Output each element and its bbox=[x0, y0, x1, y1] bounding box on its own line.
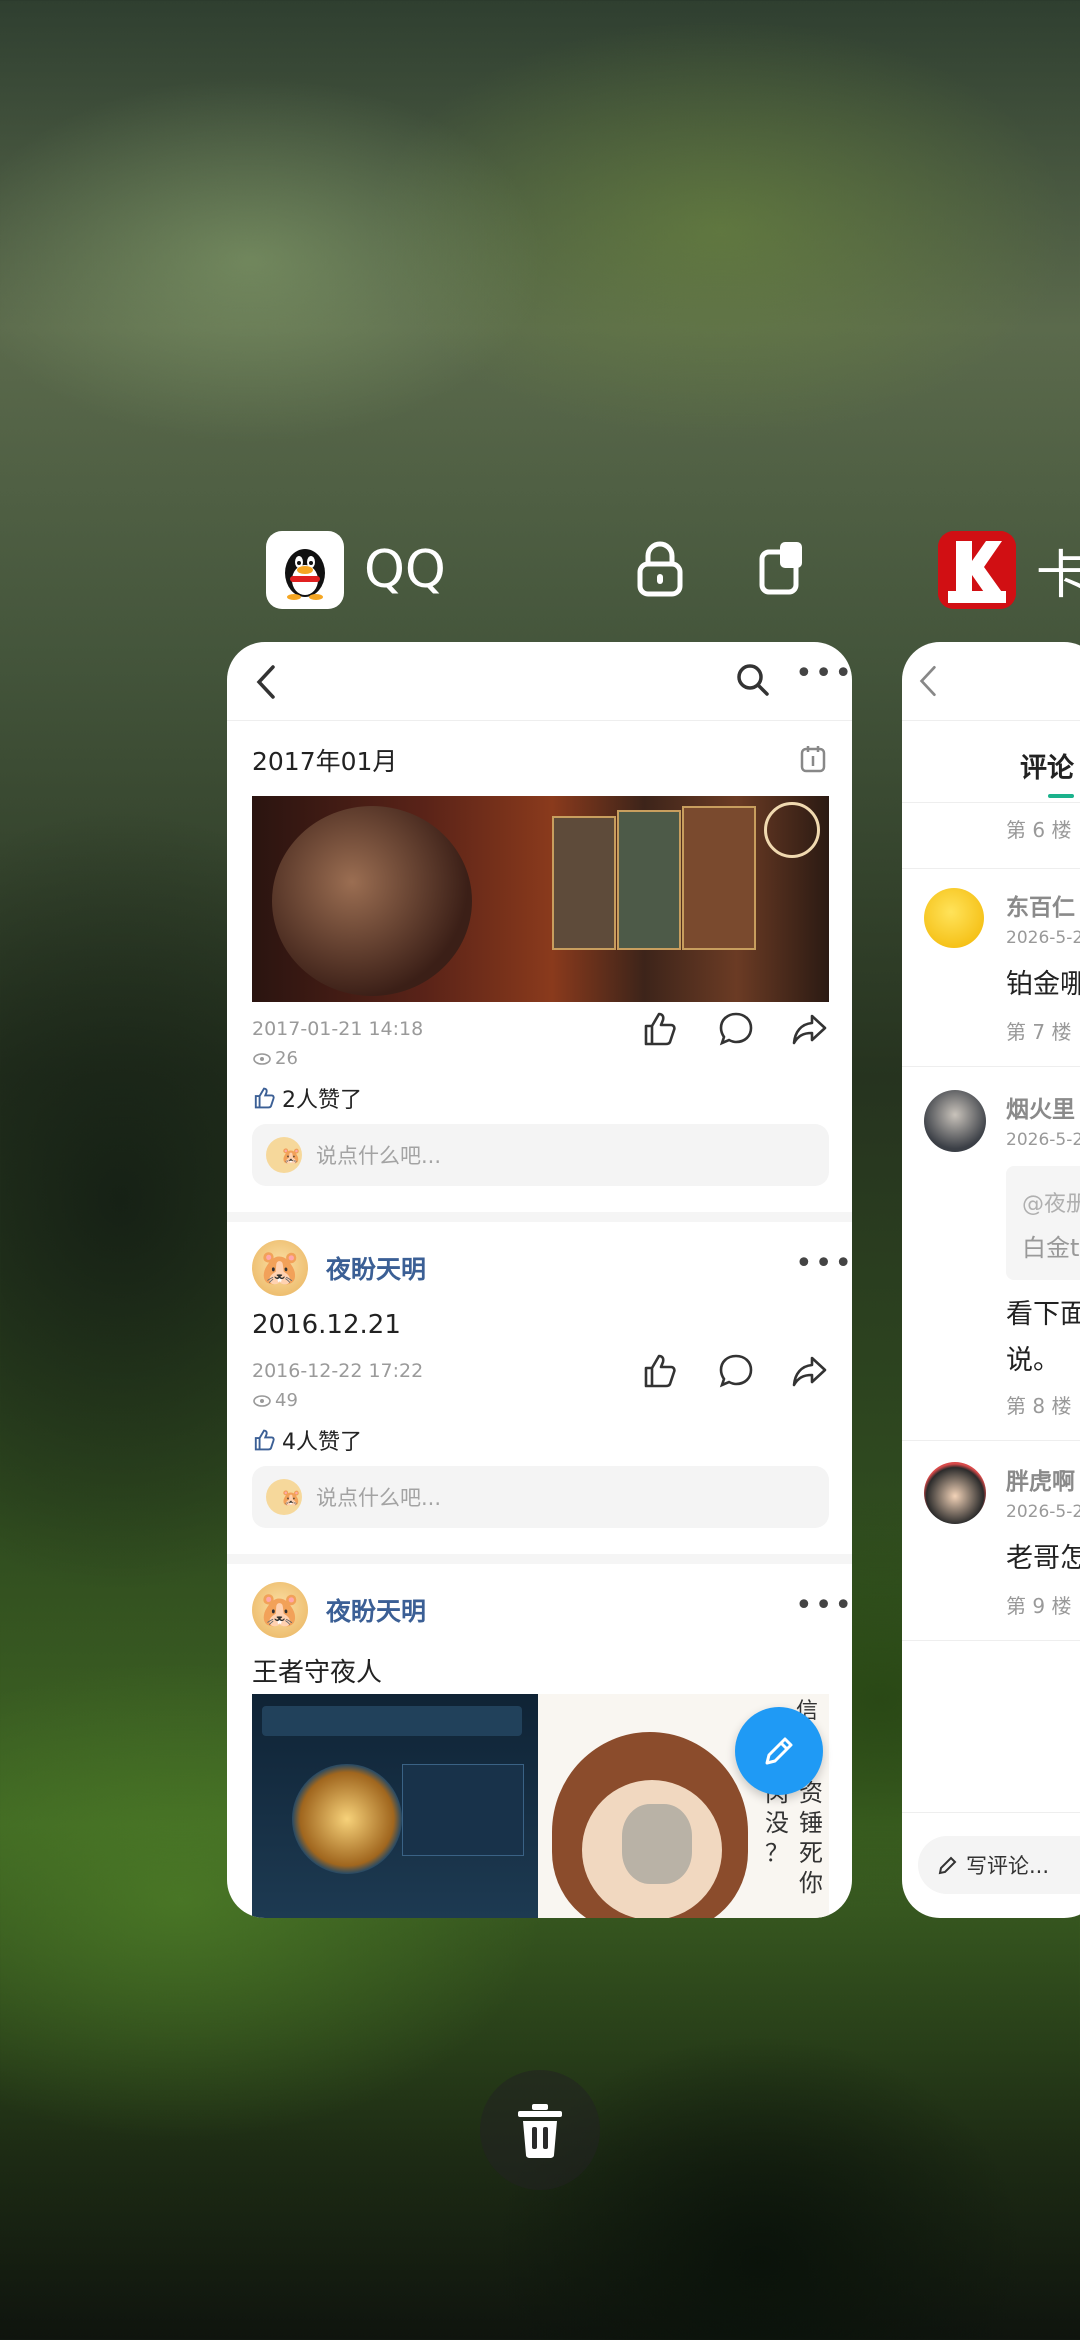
like-count-text: 4人赞了 bbox=[282, 1430, 362, 1455]
qq-app-title: QQ bbox=[364, 540, 446, 600]
back-icon[interactable] bbox=[255, 664, 277, 700]
thumb-icon bbox=[254, 1087, 275, 1109]
post-date: 2017-01-21 14:18 bbox=[252, 1018, 424, 1040]
floor-label: 第 7 楼 bbox=[1006, 1020, 1072, 1044]
side-app-card[interactable]: 评论 第 6 楼 东百仁 2026-5-2 铂金哪 第 7 楼 烟火里 2026… bbox=[902, 642, 1080, 1918]
split-screen-button[interactable] bbox=[742, 528, 822, 608]
kan-app-icon bbox=[938, 531, 1016, 609]
like-count-text: 2人赞了 bbox=[282, 1088, 362, 1113]
pencil-icon bbox=[765, 1737, 793, 1765]
quoted-comment: @夜册 白金t bbox=[1006, 1166, 1080, 1280]
floor-label: 第 9 楼 bbox=[1006, 1594, 1072, 1618]
share-icon[interactable] bbox=[790, 1352, 828, 1390]
tab-indicator bbox=[1048, 794, 1074, 798]
comment-date: 2026-5-2 bbox=[1006, 928, 1080, 948]
comment-date: 2026-5-2 bbox=[1006, 1502, 1080, 1522]
calendar-icon[interactable] bbox=[799, 744, 827, 774]
meme-caption-column-right: 资 锤 死 你 bbox=[799, 1779, 823, 1897]
commenter-avatar[interactable] bbox=[924, 1462, 986, 1524]
commenter-name[interactable]: 东百仁 bbox=[1006, 888, 1075, 922]
post-more-icon[interactable]: ••• bbox=[795, 1588, 852, 1623]
floor-label: 第 8 楼 bbox=[1006, 1394, 1072, 1418]
search-icon[interactable] bbox=[735, 662, 771, 698]
like-icon[interactable] bbox=[640, 1352, 678, 1390]
comment-date: 2026-5-2 bbox=[1006, 1130, 1080, 1150]
comment-input[interactable]: 🐹 说点什么吧... bbox=[252, 1466, 829, 1528]
quoted-text: 白金t bbox=[1022, 1234, 1080, 1262]
kan-app-header[interactable]: 卡 bbox=[938, 530, 1080, 610]
compose-button[interactable] bbox=[735, 1707, 823, 1795]
post-more-icon[interactable]: ••• bbox=[795, 1246, 852, 1281]
author-name[interactable]: 夜盼天明 bbox=[326, 1250, 426, 1286]
split-screen-icon bbox=[759, 542, 802, 595]
like-summary: 4人赞了 bbox=[252, 1424, 362, 1456]
comment-text: 看下面 bbox=[1006, 1299, 1080, 1330]
comment-icon[interactable] bbox=[717, 1352, 755, 1390]
comment-text: 老哥怎 bbox=[1006, 1543, 1080, 1574]
user-avatar-small: 🐹 bbox=[266, 1479, 302, 1515]
view-count: 26 bbox=[275, 1048, 298, 1069]
back-icon[interactable] bbox=[918, 664, 938, 698]
like-icon[interactable] bbox=[640, 1010, 678, 1048]
post-text: 王者守夜人 bbox=[252, 1658, 383, 1688]
section-divider bbox=[227, 1212, 852, 1222]
post-views: 26 bbox=[252, 1048, 298, 1069]
commenter-name[interactable]: 胖虎啊 bbox=[1006, 1462, 1075, 1496]
author-avatar[interactable]: 🐹 bbox=[252, 1240, 308, 1296]
author-name[interactable]: 夜盼天明 bbox=[326, 1592, 426, 1628]
tab-comments[interactable]: 评论 bbox=[1020, 746, 1074, 785]
section-divider bbox=[227, 1554, 852, 1564]
comment-text-line2: 说。 bbox=[1006, 1345, 1060, 1376]
commenter-avatar[interactable] bbox=[924, 888, 984, 948]
kan-app-title: 卡 bbox=[1036, 545, 1080, 606]
qq-app-icon bbox=[266, 531, 344, 609]
author-avatar[interactable]: 🐹 bbox=[252, 1582, 308, 1638]
view-count: 49 bbox=[275, 1390, 298, 1411]
thumb-icon bbox=[254, 1429, 275, 1451]
eye-icon bbox=[253, 1394, 271, 1407]
side-card-topbar bbox=[902, 642, 1080, 721]
comment-placeholder: 说点什么吧... bbox=[316, 1144, 442, 1168]
post-image-banner[interactable] bbox=[252, 796, 829, 1002]
qq-app-header[interactable]: QQ bbox=[266, 530, 446, 610]
qq-card-topbar: ••• bbox=[227, 642, 852, 721]
write-comment-input[interactable]: 写评论... bbox=[918, 1836, 1080, 1894]
comment-icon[interactable] bbox=[717, 1010, 755, 1048]
like-summary: 2人赞了 bbox=[252, 1082, 362, 1114]
write-comment-placeholder: 写评论... bbox=[966, 1854, 1050, 1878]
post-views: 49 bbox=[252, 1390, 298, 1411]
timeline-month: 2017年01月 bbox=[252, 747, 398, 776]
eye-icon bbox=[253, 1052, 271, 1065]
comment-placeholder: 说点什么吧... bbox=[316, 1486, 442, 1510]
more-icon[interactable]: ••• bbox=[795, 656, 852, 691]
comment-input[interactable]: 🐹 说点什么吧... bbox=[252, 1124, 829, 1186]
floor-label: 第 6 楼 bbox=[1006, 818, 1072, 842]
share-icon[interactable] bbox=[790, 1010, 828, 1048]
qq-app-card[interactable]: ••• 2017年01月 2017-01-21 14:18 26 2人赞了 🐹 … bbox=[227, 642, 852, 1918]
lock-app-button[interactable] bbox=[620, 528, 700, 608]
post-author-row[interactable]: 🐹 夜盼天明 bbox=[252, 1240, 426, 1296]
commenter-avatar[interactable] bbox=[924, 1090, 986, 1152]
comment-text: 铂金哪 bbox=[1006, 969, 1080, 1000]
post-author-row[interactable]: 🐹 夜盼天明 bbox=[252, 1582, 426, 1638]
post-image-game[interactable] bbox=[252, 1694, 538, 1918]
trash-icon bbox=[518, 2104, 562, 2158]
clear-all-button[interactable] bbox=[480, 2070, 600, 2190]
post-text: 2016.12.21 bbox=[252, 1310, 401, 1340]
lock-icon bbox=[637, 541, 683, 597]
commenter-name[interactable]: 烟火里 bbox=[1006, 1090, 1075, 1124]
user-avatar-small: 🐹 bbox=[266, 1137, 302, 1173]
pencil-icon bbox=[938, 1856, 957, 1875]
post-date: 2016-12-22 17:22 bbox=[252, 1360, 424, 1382]
quoted-mention: @夜册 bbox=[1022, 1192, 1080, 1217]
